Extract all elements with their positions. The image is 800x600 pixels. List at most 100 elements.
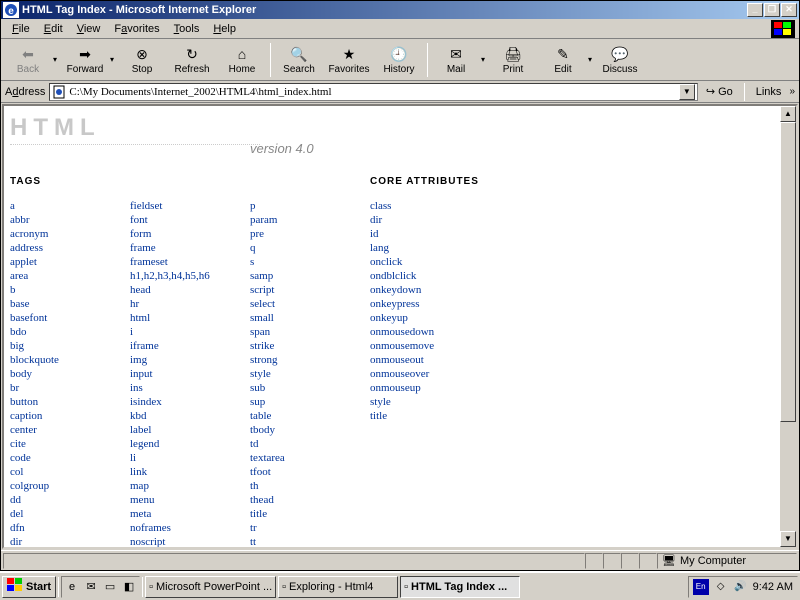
print-button[interactable]: 🖨Print xyxy=(488,41,538,79)
tag-link[interactable]: dir xyxy=(370,213,490,227)
tag-link[interactable]: input xyxy=(130,367,230,381)
tag-link[interactable]: onkeypress xyxy=(370,297,490,311)
tag-link[interactable]: base xyxy=(10,297,110,311)
tag-link[interactable]: strike xyxy=(250,339,350,353)
menu-view[interactable]: View xyxy=(70,21,108,37)
vertical-scrollbar[interactable]: ▲ ▼ xyxy=(780,106,796,547)
tag-link[interactable]: link xyxy=(130,465,230,479)
ql-outlook-icon[interactable]: ✉ xyxy=(82,578,100,596)
edit-button[interactable]: ✎Edit xyxy=(538,41,588,79)
tag-link[interactable]: onmouseover xyxy=(370,367,490,381)
mail-dropdown[interactable]: ▾ xyxy=(481,41,488,79)
tag-link[interactable]: tt xyxy=(250,535,350,549)
tag-link[interactable]: strong xyxy=(250,353,350,367)
home-button[interactable]: ⌂Home xyxy=(217,41,267,79)
tag-link[interactable]: title xyxy=(370,409,490,423)
tag-link[interactable]: kbd xyxy=(130,409,230,423)
tag-link[interactable]: style xyxy=(250,367,350,381)
tag-link[interactable]: center xyxy=(10,423,110,437)
tag-link[interactable]: isindex xyxy=(130,395,230,409)
tag-link[interactable]: th xyxy=(250,479,350,493)
tag-link[interactable]: applet xyxy=(10,255,110,269)
taskbar-task[interactable]: ▫HTML Tag Index ... xyxy=(400,576,520,598)
tag-link[interactable]: h1,h2,h3,h4,h5,h6 xyxy=(130,269,230,283)
minimize-button[interactable]: _ xyxy=(747,3,763,17)
address-dropdown[interactable]: ▼ xyxy=(679,84,695,100)
tag-link[interactable]: sup xyxy=(250,395,350,409)
tag-link[interactable]: cite xyxy=(10,437,110,451)
tag-link[interactable]: tr xyxy=(250,521,350,535)
taskbar-task[interactable]: ▫Exploring - Html4 xyxy=(278,576,398,598)
tag-link[interactable]: address xyxy=(10,241,110,255)
menu-edit[interactable]: Edit xyxy=(37,21,70,37)
tag-link[interactable]: b xyxy=(10,283,110,297)
address-input[interactable] xyxy=(69,86,678,98)
tag-link[interactable]: td xyxy=(250,437,350,451)
back-button[interactable]: ⬅Back xyxy=(3,41,53,79)
tag-link[interactable]: bdo xyxy=(10,325,110,339)
links-label[interactable]: Links xyxy=(752,86,786,98)
tag-link[interactable]: body xyxy=(10,367,110,381)
tag-link[interactable]: head xyxy=(130,283,230,297)
scroll-down-button[interactable]: ▼ xyxy=(780,531,796,547)
tag-link[interactable]: title xyxy=(250,507,350,521)
tag-link[interactable]: form xyxy=(130,227,230,241)
tag-link[interactable]: span xyxy=(250,325,350,339)
tag-link[interactable]: onmousedown xyxy=(370,325,490,339)
start-button[interactable]: Start xyxy=(2,576,56,598)
tag-link[interactable]: i xyxy=(130,325,230,339)
tag-link[interactable]: script xyxy=(250,283,350,297)
tag-link[interactable]: s xyxy=(250,255,350,269)
tray-volume-icon[interactable]: 🔊 xyxy=(733,579,749,595)
tag-link[interactable]: small xyxy=(250,311,350,325)
tag-link[interactable]: legend xyxy=(130,437,230,451)
tag-link[interactable]: font xyxy=(130,213,230,227)
ql-app-icon[interactable]: ◧ xyxy=(120,578,138,596)
tray-app-icon[interactable]: ◇ xyxy=(713,579,729,595)
tag-link[interactable]: button xyxy=(10,395,110,409)
tag-link[interactable]: colgroup xyxy=(10,479,110,493)
tag-link[interactable]: q xyxy=(250,241,350,255)
links-chevron-icon[interactable]: » xyxy=(789,86,795,97)
tag-link[interactable]: code xyxy=(10,451,110,465)
tag-link[interactable]: dfn xyxy=(10,521,110,535)
discuss-button[interactable]: 💬Discuss xyxy=(595,41,645,79)
close-button[interactable]: ✕ xyxy=(781,3,797,17)
tag-link[interactable]: onkeyup xyxy=(370,311,490,325)
tag-link[interactable]: sub xyxy=(250,381,350,395)
tag-link[interactable]: pre xyxy=(250,227,350,241)
menu-help[interactable]: Help xyxy=(206,21,243,37)
tag-link[interactable]: table xyxy=(250,409,350,423)
tag-link[interactable]: lang xyxy=(370,241,490,255)
tag-link[interactable]: onkeydown xyxy=(370,283,490,297)
tag-link[interactable]: textarea xyxy=(250,451,350,465)
tag-link[interactable]: caption xyxy=(10,409,110,423)
maximize-button[interactable]: ❐ xyxy=(764,3,780,17)
tag-link[interactable]: basefont xyxy=(10,311,110,325)
search-button[interactable]: 🔍Search xyxy=(274,41,324,79)
tag-link[interactable]: id xyxy=(370,227,490,241)
tag-link[interactable]: ondblclick xyxy=(370,269,490,283)
tag-link[interactable]: select xyxy=(250,297,350,311)
tag-link[interactable]: dd xyxy=(10,493,110,507)
tag-link[interactable]: abbr xyxy=(10,213,110,227)
tag-link[interactable]: br xyxy=(10,381,110,395)
scroll-thumb[interactable] xyxy=(780,122,796,422)
tag-link[interactable]: del xyxy=(10,507,110,521)
tag-link[interactable]: frameset xyxy=(130,255,230,269)
tag-link[interactable]: thead xyxy=(250,493,350,507)
scroll-up-button[interactable]: ▲ xyxy=(780,106,796,122)
tag-link[interactable]: label xyxy=(130,423,230,437)
tag-link[interactable]: param xyxy=(250,213,350,227)
tag-link[interactable]: area xyxy=(10,269,110,283)
menu-favorites[interactable]: Favorites xyxy=(107,21,166,37)
tag-link[interactable]: html xyxy=(130,311,230,325)
go-button[interactable]: ↪Go xyxy=(702,85,737,98)
tag-link[interactable]: onclick xyxy=(370,255,490,269)
tag-link[interactable]: img xyxy=(130,353,230,367)
stop-button[interactable]: ⊗Stop xyxy=(117,41,167,79)
menu-tools[interactable]: Tools xyxy=(167,21,207,37)
tag-link[interactable]: iframe xyxy=(130,339,230,353)
ql-desktop-icon[interactable]: ▭ xyxy=(101,578,119,596)
tag-link[interactable]: class xyxy=(370,199,490,213)
